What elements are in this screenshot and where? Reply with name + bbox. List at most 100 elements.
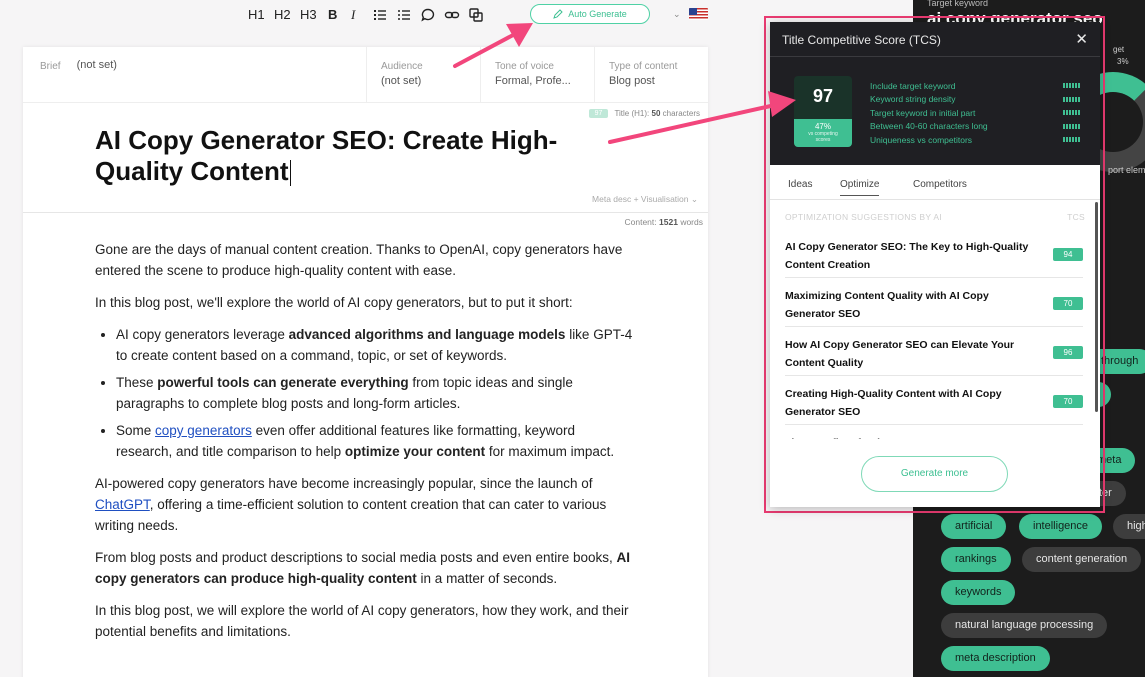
document-title-text: AI Copy Generator SEO: Create High-Quali… [95,125,558,186]
criteria-row: Include target keyword [870,79,1080,93]
paragraph: In this blog post, we'll explore the wor… [95,295,573,310]
tcs-title: Title Competitive Score (TCS) [782,33,941,47]
close-icon[interactable]: ✕ [1075,30,1088,48]
chevron-down-icon: ⌄ [690,194,698,204]
document-body[interactable]: Gone are the days of manual content crea… [95,239,635,653]
tcs-score-box: 97 47% vs competing scores [794,76,852,147]
competing-percent: 47% [814,122,831,131]
criteria-bars-icon [1063,83,1080,89]
suggestion-item[interactable]: AI Copy Generator SEO: The Key to High-Q… [785,229,1083,278]
audience-field[interactable]: Audience (not set) [367,47,481,102]
generate-more-button[interactable]: Generate more [861,456,1008,492]
italic-button[interactable]: I [351,7,355,23]
bullet-list-icon[interactable] [396,7,412,23]
suggestions-scrollbar[interactable] [1095,202,1098,412]
text-caret [289,160,291,187]
brief-meta-row: Brief (not set) Audience (not set) Tone … [23,47,708,103]
paragraph: In this blog post, we will explore the w… [95,603,629,639]
bold-button[interactable]: B [328,7,337,22]
criteria-bars-icon [1063,110,1080,116]
criteria-label: Keyword string density [870,94,956,105]
suggestion-text: The Benefits of Using AI Copy Generator [785,434,1030,439]
text-run: AI copy generators leverage [116,327,289,342]
content-type-field[interactable]: Type of content Blog post [595,47,708,102]
ordered-list-icon[interactable] [372,7,388,23]
title-count-prefix: Title (H1): [614,109,650,118]
target-caption: get [1113,45,1125,54]
audience-label: Audience [381,61,423,72]
tcs-score: 97 [812,86,834,106]
keyword-chip[interactable]: rankings [941,547,1011,572]
criteria-label: Uniqueness vs competitors [870,134,973,145]
suggestion-item[interactable]: Maximizing Content Quality with AI Copy … [785,278,1083,327]
criteria-label: Between 40-60 characters long [870,121,988,132]
title-char-count: Title (H1): 50 characters [614,109,700,118]
meta-desc-label: Meta desc + Visualisation [592,194,689,204]
title-count-suffix: characters [662,109,700,118]
tcs-criteria: Include target keyword Keyword string den… [870,79,1080,147]
meta-desc-toggle[interactable]: Meta desc + Visualisation ⌄ [592,194,698,205]
text-run: in a matter of seconds. [416,571,558,586]
suggestion-score-badge: 96 [1053,346,1083,359]
chevron-down-icon[interactable]: ⌄ [673,9,681,20]
bold-text: advanced algorithms and language models [288,327,566,342]
comment-icon[interactable] [420,7,436,23]
title-meta: 97 Title (H1): 50 characters [588,109,700,118]
keyword-chip[interactable]: artificial [941,514,1007,539]
paragraph: Gone are the days of manual content crea… [95,242,623,278]
bullet-list: AI copy generators leverage advanced alg… [116,324,635,462]
keyword-chip[interactable]: intelligence [1019,514,1103,539]
content-type-label: Type of content [609,61,678,72]
content-type-value: Blog post [609,75,655,87]
chatgpt-link[interactable]: ChatGPT [95,497,150,512]
h2-button[interactable]: H2 [274,7,291,22]
pencil-icon [553,9,563,19]
document-editor: Brief (not set) Audience (not set) Tone … [23,47,708,677]
suggestion-item[interactable]: The Benefits of Using AI Copy Generator [785,425,1083,439]
h1-button[interactable]: H1 [248,7,265,22]
keyword-chip[interactable]: high [1113,514,1145,539]
audience-value: (not set) [381,75,422,87]
text-run: From blog posts and product descriptions… [95,550,617,565]
suggestion-item[interactable]: Creating High-Quality Content with AI Co… [785,376,1083,425]
brief-field[interactable]: Brief (not set) [23,47,367,102]
title-score-badge[interactable]: 97 [588,109,609,118]
auto-generate-button[interactable]: Auto Generate [530,4,650,24]
suggestion-text: How AI Copy Generator SEO can Elevate Yo… [785,339,1015,369]
competing-caption-2: scores [815,137,831,143]
criteria-row: Keyword string density [870,93,1080,107]
copy-icon[interactable] [468,7,484,23]
suggestions-list: AI Copy Generator SEO: The Key to High-Q… [785,229,1083,439]
target-percent: 3% [1117,57,1129,66]
tab-optimize[interactable]: Optimize [840,179,880,196]
tab-competitors[interactable]: Competitors [913,179,967,190]
copy-generators-link[interactable]: copy generators [155,423,252,438]
content-count-suffix: words [680,217,703,227]
keyword-chip[interactable]: content generation [1022,547,1142,572]
suggestion-score-badge: 70 [1053,297,1083,310]
criteria-row: Between 40-60 characters long [870,120,1080,134]
tcs-panel: Title Competitive Score (TCS) ✕ 97 47% v… [770,22,1100,507]
keyword-chip[interactable]: keywords [941,580,1016,605]
suggestion-item[interactable]: How AI Copy Generator SEO can Elevate Yo… [785,327,1083,376]
tone-field[interactable]: Tone of voice Formal, Profe... [481,47,595,102]
suggestion-text: Maximizing Content Quality with AI Copy … [785,290,989,320]
link-icon[interactable] [444,7,460,23]
paragraph: AI-powered copy generators have become i… [95,473,635,536]
tcs-tabs: Ideas Optimize Competitors [770,165,1100,200]
auto-generate-label: Auto Generate [568,9,627,19]
brief-value: (not set) [76,59,117,71]
document-title[interactable]: AI Copy Generator SEO: Create High-Quali… [95,125,615,187]
text-run: AI-powered copy generators have become i… [95,476,593,491]
criteria-bars-icon [1063,123,1080,129]
keyword-chip[interactable]: meta description [941,646,1050,671]
target-keyword-label: Target keyword [927,0,989,8]
list-item: These powerful tools can generate everyt… [116,372,635,414]
text-run: for maximum impact. [485,444,615,459]
tone-label: Tone of voice [495,61,554,72]
tab-ideas[interactable]: Ideas [788,179,812,190]
us-flag-icon[interactable] [689,8,708,20]
h3-button[interactable]: H3 [300,7,317,22]
criteria-label: Target keyword in initial part [870,107,976,118]
keyword-chip[interactable]: natural language processing [941,613,1108,638]
